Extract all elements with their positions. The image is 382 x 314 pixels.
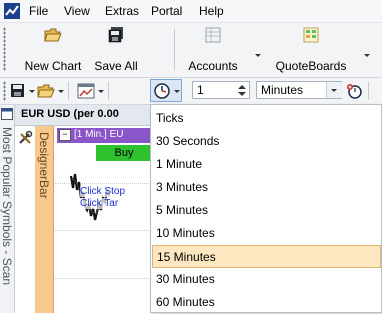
toolbar2-separator-3	[368, 82, 369, 100]
chart-window-dropdown-arrow[interactable]	[98, 90, 104, 93]
unit-select-button[interactable]	[326, 82, 342, 98]
new-chart-button[interactable]: New Chart	[22, 23, 84, 77]
accounts-label: Accounts	[188, 59, 238, 73]
grid-line	[55, 230, 155, 231]
spinner-arrows-icon[interactable]	[237, 84, 247, 97]
interval-option-60-minutes[interactable]: 60 Minutes	[152, 291, 381, 314]
designer-bar-label: DesignerBar	[37, 132, 51, 199]
open-folder-icon	[44, 28, 62, 42]
accounts-table-icon	[205, 27, 221, 43]
interval-menu-arrow	[174, 90, 180, 93]
interval-option-15-minutes[interactable]: 15 Minutes	[152, 245, 381, 268]
app-logo-icon	[4, 3, 20, 19]
toolbar2-separator-2	[108, 82, 109, 100]
toolbar2-separator	[68, 82, 69, 100]
interval-dropdown-menu: Ticks 30 Seconds 1 Minute 3 Minutes 5 Mi…	[150, 104, 382, 313]
main-toolbar: New Chart Save All Accounts QuoteBoards	[0, 23, 382, 78]
interval-toolbar: 1 Minutes	[0, 78, 382, 105]
menu-extras[interactable]: Extras	[105, 4, 139, 18]
interval-option-10-minutes[interactable]: 10 Minutes	[152, 222, 381, 245]
quoteboards-button[interactable]: QuoteBoards	[268, 23, 354, 77]
chart-title: EUR USD (per 0.00	[21, 108, 119, 120]
interval-unit-select[interactable]: Minutes	[256, 81, 342, 99]
panel-window-icon[interactable]	[1, 108, 13, 120]
stop-order-hint[interactable]: Click Stop	[80, 186, 126, 197]
quoteboards-grid-icon	[303, 27, 319, 43]
side-tab-strip: Most Popular Symbols - Scan	[0, 105, 15, 313]
chart-panel-title-text: [1 Min.] EU	[74, 129, 124, 140]
interval-option-30-minutes[interactable]: 30 Minutes	[152, 268, 381, 291]
open-dropdown-arrow[interactable]	[58, 90, 64, 93]
save-icon[interactable]	[10, 81, 26, 101]
toolbar-separator	[174, 29, 175, 71]
interval-menu-button[interactable]	[150, 79, 182, 102]
clock-icon	[154, 83, 170, 99]
interval-option-1-minute[interactable]: 1 Minute	[152, 153, 381, 176]
menu-file[interactable]: File	[29, 4, 48, 18]
quoteboards-dropdown-arrow[interactable]	[364, 54, 370, 57]
menu-bar: File View Extras Portal Help	[0, 0, 382, 23]
tools-icon[interactable]	[17, 130, 33, 146]
toolbar-grip[interactable]	[3, 27, 6, 71]
grid-line	[55, 278, 155, 279]
save-dropdown-arrow[interactable]	[29, 90, 35, 93]
save-all-button[interactable]: Save All	[88, 23, 144, 77]
chart-panel-title[interactable]: − [1 Min.] EU	[57, 128, 152, 143]
interval-count-value: 1	[197, 83, 204, 97]
interval-option-ticks[interactable]: Ticks	[152, 107, 381, 130]
interval-count-field[interactable]: 1	[192, 81, 250, 99]
menu-view[interactable]: View	[64, 4, 90, 18]
open-folder-icon[interactable]	[37, 81, 55, 101]
interval-option-3-minutes[interactable]: 3 Minutes	[152, 176, 381, 199]
chart-title-bar: EUR USD (per 0.00	[15, 105, 163, 126]
most-popular-symbols-tab[interactable]: Most Popular Symbols - Scan	[0, 127, 14, 285]
interval-option-5-minutes[interactable]: 5 Minutes	[152, 199, 381, 222]
chart-window-icon[interactable]	[77, 81, 95, 101]
new-chart-label: New Chart	[24, 59, 82, 73]
buy-button[interactable]: Buy	[96, 145, 152, 161]
designer-bar[interactable]: DesignerBar	[35, 126, 54, 313]
interval-option-30-seconds[interactable]: 30 Seconds	[152, 130, 381, 153]
interval-unit-value: Minutes	[261, 83, 304, 97]
chevron-down-icon	[331, 89, 337, 92]
collapse-toggle[interactable]: −	[59, 129, 71, 141]
quoteboards-label: QuoteBoards	[275, 59, 347, 73]
save-all-icon	[108, 27, 123, 43]
save-all-label: Save All	[94, 59, 138, 73]
accounts-button[interactable]: Accounts	[180, 23, 246, 77]
toolbar2-grip[interactable]	[3, 81, 6, 101]
menu-portal[interactable]: Portal	[151, 4, 182, 18]
menu-help[interactable]: Help	[199, 4, 224, 18]
accounts-dropdown-arrow[interactable]	[255, 54, 261, 57]
target-order-hint[interactable]: Click Tar	[80, 198, 119, 209]
add-clock-icon[interactable]	[346, 81, 364, 101]
